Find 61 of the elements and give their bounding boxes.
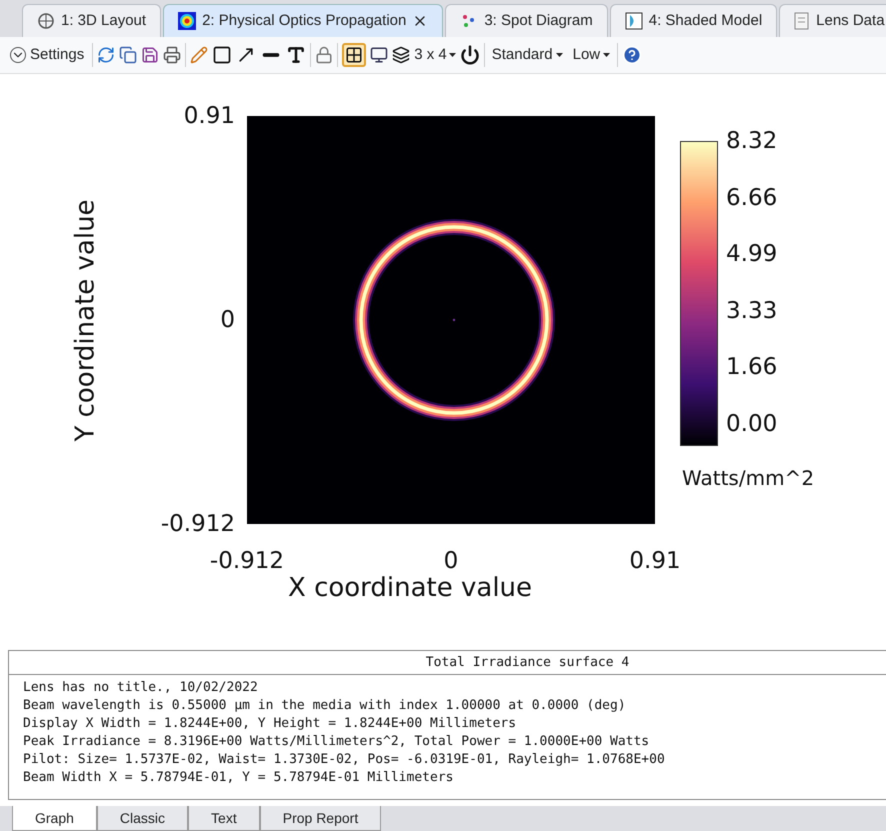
document-tab[interactable]: 3: Spot Diagram xyxy=(445,4,608,37)
panel-title: Total Irradiance surface 4 xyxy=(9,650,886,675)
view-tab[interactable]: Text xyxy=(188,806,260,831)
info-line: Beam Width X = 5.78794E-01, Y = 5.78794E-01 Millimeters xyxy=(23,769,454,787)
layout-dropdown[interactable]: 3 x 4 xyxy=(414,44,456,66)
y-axis-label: Y coordinate value xyxy=(70,198,102,442)
layers-icon[interactable] xyxy=(392,46,410,64)
info-line: Lens has no title., 10/02/2022 xyxy=(23,679,259,697)
x-axis-label: X coordinate value xyxy=(288,573,532,603)
power-icon[interactable] xyxy=(460,45,480,65)
info-line: Display X Width = 1.8244E+00, Y Height = 1.8244E+00 Millimeters xyxy=(23,715,518,733)
print-icon[interactable] xyxy=(163,46,182,64)
tab-label: Lens Data xyxy=(816,10,885,31)
rectangle-icon[interactable] xyxy=(212,45,232,65)
save-icon[interactable] xyxy=(141,46,160,64)
text-icon[interactable] xyxy=(286,45,306,65)
settings-button[interactable]: Settings xyxy=(10,44,88,66)
info-line: Peak Irradiance = 8.3196E+00 Watts/Millimeters^2, Total Power = 1.0000E+00 Watts xyxy=(23,733,650,751)
tab-label: 1: 3D Layout xyxy=(61,10,146,31)
document-tab[interactable]: 1: 3D Layout xyxy=(22,4,162,37)
lens-icon xyxy=(37,12,55,30)
x-tick-label: 0.91 xyxy=(628,549,682,573)
document-tab[interactable]: 4: Shaded Model xyxy=(610,4,778,37)
colorbar-tick-label: 0.00 xyxy=(726,412,778,435)
caret-icon xyxy=(603,53,610,57)
colorbar-tick-label: 4.99 xyxy=(726,243,778,266)
colorbar-tick-label: 1.66 xyxy=(726,356,778,378)
chevron-icon xyxy=(10,47,26,63)
colorbar-units: Watts/mm^2 xyxy=(682,465,814,492)
colorbar-tick-label: 8.32 xyxy=(726,130,778,152)
caret-icon xyxy=(556,53,563,57)
tab-label: 2: Physical Optics Propagation xyxy=(202,10,406,31)
window-icon[interactable] xyxy=(370,46,388,64)
grid-icon xyxy=(345,46,364,64)
info-line: Beam wavelength is 0.55000 µm in the media with index 1.00000 at 0.0000 (deg) xyxy=(23,697,627,715)
caret-icon xyxy=(448,53,456,57)
tab-label: 4: Shaded Model xyxy=(648,10,762,31)
heatmap-icon xyxy=(178,12,196,30)
grid-toggle-button[interactable] xyxy=(342,43,366,67)
refresh-icon[interactable] xyxy=(97,46,116,64)
option-dropdown[interactable]: Low xyxy=(570,44,614,66)
copy-icon[interactable] xyxy=(119,46,138,64)
tab-label: 3: Spot Diagram xyxy=(484,10,593,31)
colorbar-tick-label: 3.33 xyxy=(726,300,778,322)
x-tick-label: 0 xyxy=(442,549,460,573)
view-tab[interactable]: Graph xyxy=(12,806,97,831)
y-tick-label: 0 xyxy=(220,309,235,331)
info-line: Pilot: Size= 1.5737E-02, Waist= 1.3730E-02, Pos= -6.0319E-01, Rayleigh= 1.0768E+00 xyxy=(23,751,666,769)
shaded-lens-icon xyxy=(624,12,643,30)
lock-icon[interactable] xyxy=(315,46,334,64)
colorbar-tick-label: 6.66 xyxy=(726,186,778,209)
view-tab[interactable]: Classic xyxy=(96,806,188,831)
document-icon xyxy=(794,12,810,30)
document-tab[interactable]: Lens Data xyxy=(779,4,886,37)
x-tick-label: -0.912 xyxy=(208,549,286,573)
option-dropdown[interactable]: Standard xyxy=(488,44,566,66)
help-icon[interactable] xyxy=(622,45,642,65)
y-tick-label: -0.912 xyxy=(160,513,235,535)
y-tick-label: 0.91 xyxy=(184,105,235,127)
document-tab[interactable]: 2: Physical Optics Propagation xyxy=(163,4,444,37)
view-tab[interactable]: Prop Report xyxy=(260,806,382,831)
